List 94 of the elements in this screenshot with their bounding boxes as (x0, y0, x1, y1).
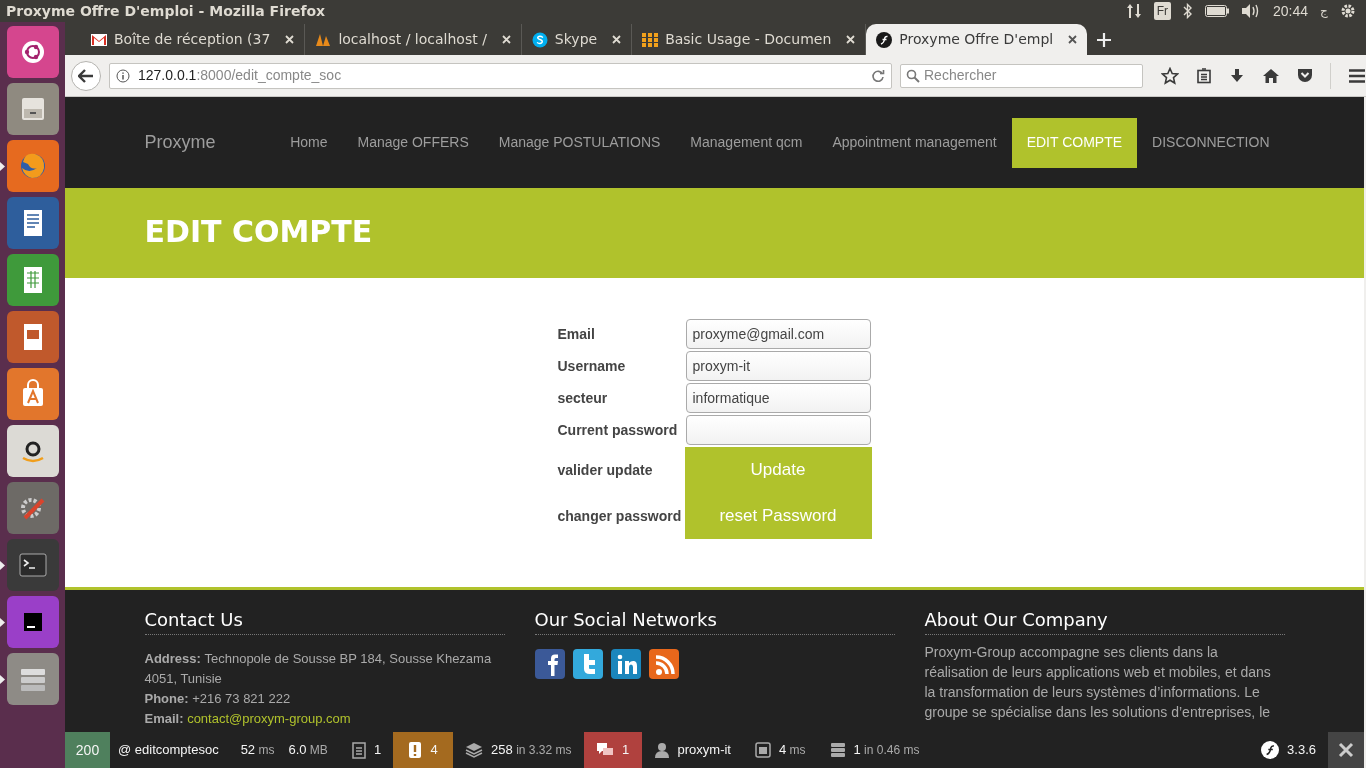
search-box[interactable]: Rechercher (900, 63, 1143, 88)
contact-line: Phone: +216 73 821 222 (144, 690, 292, 708)
menu-icon[interactable] (1348, 67, 1366, 84)
bluetooth-icon[interactable] (1182, 3, 1193, 19)
toolbar-panel[interactable]: proxym-it (641, 732, 743, 768)
nav-link[interactable]: DISCONNECTION (1137, 117, 1285, 168)
page-title: EDIT COMPTE (144, 212, 373, 251)
browser-tab[interactable]: Proxyme Offre D'empl (866, 24, 1088, 55)
launcher-button[interactable] (6, 653, 59, 705)
launcher-button[interactable] (6, 254, 59, 306)
reload-icon[interactable] (871, 68, 885, 83)
star-icon[interactable] (1161, 66, 1179, 85)
about-paragraph: Proxym-Group accompagne ses clients dans la réalisation de leurs applications web et mobiles, et dans la transformation de leurs systèmes d’informations. Le groupe se spécialise dans les solutions d’entreprises, le (924, 643, 1272, 722)
battery-icon[interactable] (1204, 5, 1229, 17)
back-arrow-icon (78, 68, 94, 83)
launcher-button[interactable] (6, 368, 59, 420)
email-link[interactable]: contact@proxym-group.com (187, 711, 351, 726)
section-heading: Contact Us (144, 606, 505, 635)
field-label: Username (557, 357, 627, 376)
toolbar-panel[interactable]: 258 in 3.32 ms (453, 732, 584, 768)
in-logo-icon[interactable] (610, 649, 641, 679)
clock-text[interactable]: 20:44 (1272, 0, 1308, 22)
field-label: valider update (557, 460, 654, 480)
url-text: 127.0.0.1:8000/edit_compte_soc (138, 66, 343, 85)
toolbar-panel[interactable]: 200 (65, 732, 110, 768)
launcher-button[interactable] (6, 26, 59, 78)
server-stack-icon (829, 742, 846, 758)
input-field[interactable]: proxyme@gmail.com (685, 319, 871, 349)
contact-line: Email: contact@proxym-group.com (144, 710, 352, 728)
address-bar[interactable]: 127.0.0.1:8000/edit_compte_soc (109, 62, 892, 89)
grid-icon (642, 32, 659, 47)
toolbar-panel[interactable]: 4 ms (742, 732, 818, 768)
field-label: Email (557, 325, 596, 344)
sf-logo-icon (876, 31, 893, 48)
input-field[interactable]: informatique (685, 383, 871, 413)
input-field[interactable] (685, 415, 871, 445)
power-gear-icon[interactable] (1340, 3, 1356, 19)
launcher-button[interactable] (6, 140, 59, 192)
language-indicator[interactable]: ج (1320, 2, 1328, 20)
close-toolbar-button[interactable] (1328, 732, 1364, 768)
launcher-button[interactable] (6, 197, 59, 249)
contact-line: Address: Technopole de Sousse BP 184, Sousse Khezama 4051, Tunisie (144, 650, 493, 688)
toolbar-panel[interactable]: 1 in 0.46 ms (817, 732, 932, 768)
toolbar-panel[interactable]: @ editcomptesoc (110, 732, 231, 768)
field-label: secteur (557, 389, 609, 408)
toolbar-panel[interactable]: 6.0 MB (284, 732, 340, 768)
nav-link[interactable]: Appointment management (817, 117, 1012, 168)
launcher-button[interactable] (6, 482, 59, 534)
layers-icon (465, 742, 484, 758)
launcher-button[interactable] (6, 311, 59, 363)
pocket-icon[interactable] (1297, 68, 1313, 83)
skype-s-icon (531, 31, 548, 48)
section-heading: Our Social Networks (534, 606, 895, 635)
new-tab-icon[interactable] (1097, 33, 1112, 47)
launcher-button[interactable] (6, 83, 59, 135)
input-field[interactable]: proxym-it (685, 351, 871, 381)
toolbar-panel[interactable]: 1 (339, 732, 394, 768)
section-heading: About Our Company (924, 606, 1285, 635)
field-label: changer password (557, 506, 683, 526)
nav-link[interactable]: Management qcm (675, 117, 818, 168)
toolbar-panel[interactable]: 3.3.6 (1249, 732, 1328, 768)
person-icon (653, 742, 670, 758)
envelope-icon (91, 33, 107, 46)
window-title: Proxyme Offre D'emploi - Mozilla Firefox (6, 1, 326, 21)
rss-icon[interactable] (648, 649, 679, 679)
sf-logo-icon (1261, 741, 1280, 759)
sails-icon (315, 32, 332, 47)
info-icon (116, 68, 130, 83)
download-icon[interactable] (1229, 67, 1245, 84)
launcher-button[interactable] (6, 425, 59, 477)
back-button[interactable] (71, 60, 101, 91)
search-field[interactable]: Rechercher (924, 65, 1137, 86)
close-icon[interactable] (1068, 35, 1078, 44)
nav-link[interactable]: Home (275, 117, 343, 168)
site-brand[interactable]: Proxyme (144, 129, 216, 156)
keyboard-layout-indicator[interactable]: Fr (1153, 2, 1171, 20)
volume-icon[interactable] (1240, 3, 1261, 19)
toolbar-panel[interactable]: 4 (393, 732, 454, 768)
nav-link[interactable]: Manage POSTULATIONS (483, 117, 676, 168)
network-arrows-icon[interactable] (1125, 2, 1142, 20)
field-label: Current password (557, 421, 679, 440)
clipboard-icon (351, 741, 366, 759)
close-icon (1338, 742, 1354, 758)
speech-bubbles-icon (595, 742, 614, 758)
clipboard-icon[interactable] (1196, 67, 1212, 84)
search-icon (906, 68, 920, 83)
toolbar-panel[interactable]: 1 (583, 732, 642, 768)
bird-t-icon[interactable] (572, 649, 603, 679)
calendar-grid-icon (754, 742, 771, 758)
home-icon[interactable] (1262, 67, 1280, 84)
nav-link[interactable]: Manage OFFERS (342, 117, 484, 168)
toolbar-panel[interactable]: 52 ms (230, 732, 285, 768)
facebook-f-icon[interactable] (534, 649, 565, 679)
exclamation-icon (408, 741, 423, 759)
